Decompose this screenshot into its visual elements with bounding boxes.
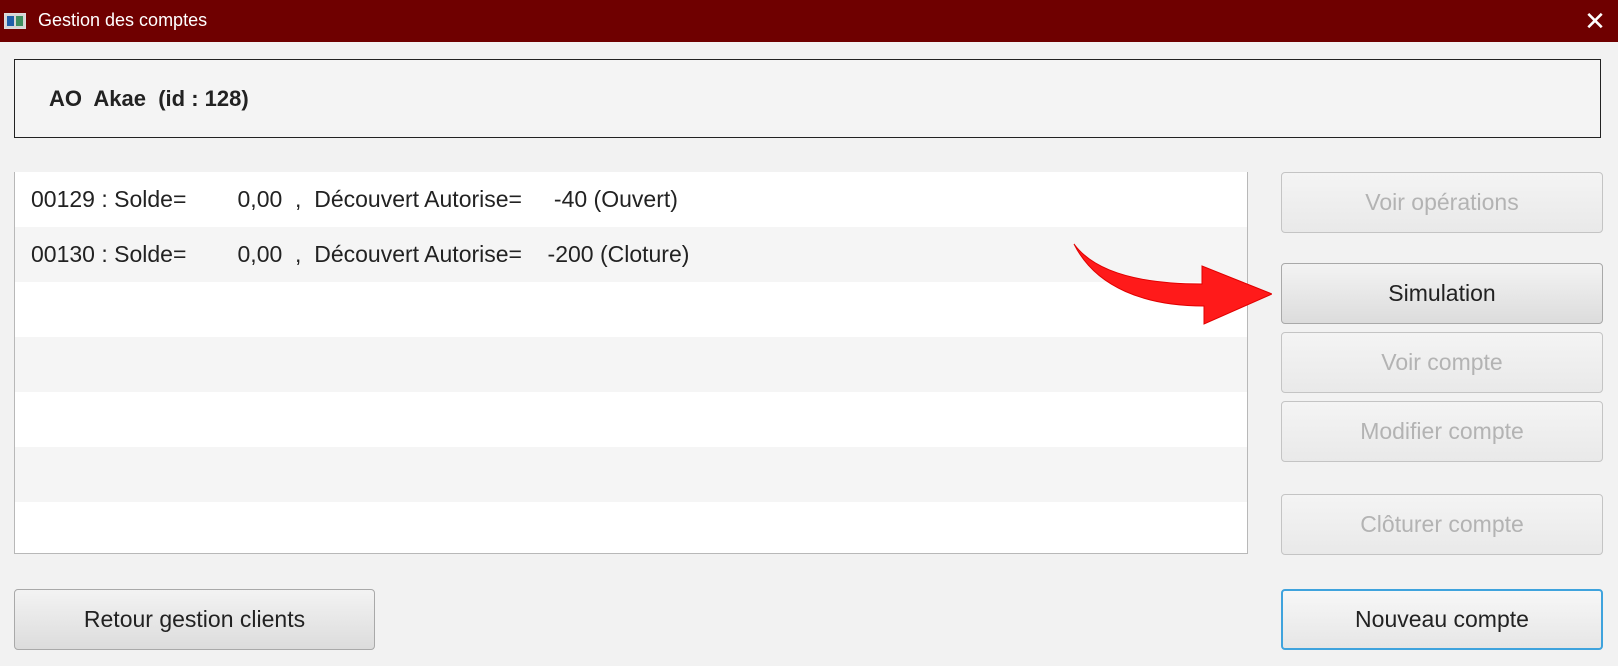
account-list[interactable]: 00129 : Solde= 0,00 , Découvert Autorise… — [14, 172, 1248, 554]
retour-gestion-clients-button[interactable]: Retour gestion clients — [14, 589, 375, 650]
client-header: AO Akae (id : 128) — [14, 59, 1601, 138]
title-bar: Gestion des comptes ✕ — [0, 0, 1618, 42]
empty-row — [15, 392, 1247, 447]
red-curved-arrow-icon — [1073, 243, 1272, 325]
close-icon[interactable]: ✕ — [1572, 0, 1618, 42]
account-row[interactable]: 00130 : Solde= 0,00 , Découvert Autorise… — [15, 227, 1247, 282]
empty-row — [15, 282, 1247, 337]
account-row-text: 00129 : Solde= 0,00 , Découvert Autorise… — [31, 186, 678, 212]
voir-operations-button[interactable]: Voir opérations — [1281, 172, 1603, 233]
account-row-text: 00130 : Solde= 0,00 , Découvert Autorise… — [31, 241, 690, 267]
account-management-window: Gestion des comptes ✕ AO Akae (id : 128)… — [0, 0, 1618, 666]
client-title: AO Akae (id : 128) — [49, 86, 249, 111]
modifier-compte-button[interactable]: Modifier compte — [1281, 401, 1603, 462]
voir-compte-button[interactable]: Voir compte — [1281, 332, 1603, 393]
cloturer-compte-button[interactable]: Clôturer compte — [1281, 494, 1603, 555]
app-window-icon — [4, 13, 26, 29]
window-title: Gestion des comptes — [38, 10, 208, 30]
account-row[interactable]: 00129 : Solde= 0,00 , Découvert Autorise… — [15, 172, 1247, 227]
nouveau-compte-button[interactable]: Nouveau compte — [1281, 589, 1603, 650]
empty-row — [15, 337, 1247, 392]
empty-row — [15, 502, 1247, 553]
simulation-button[interactable]: Simulation — [1281, 263, 1603, 324]
empty-row — [15, 447, 1247, 502]
